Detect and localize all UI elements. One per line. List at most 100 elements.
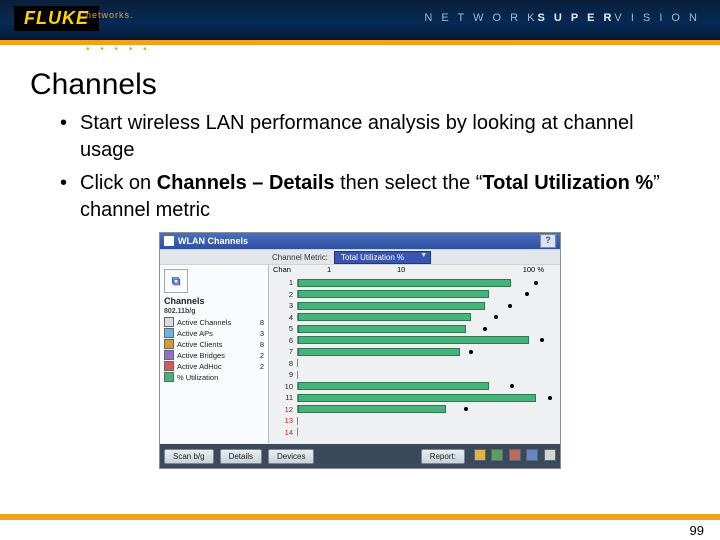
legend-label: Active APs xyxy=(177,329,213,338)
utilization-bar xyxy=(298,348,460,356)
brand-sublabel: networks. xyxy=(86,10,134,20)
legend-swatch xyxy=(164,350,174,360)
bar-track xyxy=(297,348,556,356)
chart-row: 8 xyxy=(269,358,556,370)
bar-track xyxy=(297,405,556,413)
utilization-bar xyxy=(298,394,536,402)
tray-icon[interactable] xyxy=(544,449,556,461)
window-titlebar: WLAN Channels ? xyxy=(160,233,560,249)
tray-icon[interactable] xyxy=(474,449,486,461)
chart-row: 4 xyxy=(269,312,556,324)
window-title: WLAN Channels xyxy=(178,236,248,246)
details-button[interactable]: Details xyxy=(220,449,262,464)
screenshot-panel: WLAN Channels ? Channel Metric: Total Ut… xyxy=(159,232,561,469)
peak-marker xyxy=(483,327,487,331)
bar-track xyxy=(297,382,556,390)
legend-swatch xyxy=(164,372,174,382)
sidebar-rows: Active Channels8Active APs3Active Client… xyxy=(164,317,264,382)
legend-value: 2 xyxy=(260,351,264,360)
scan-button[interactable]: Scan b/g xyxy=(164,449,214,464)
chart-row: 1 xyxy=(269,277,556,289)
channel-number: 7 xyxy=(269,347,297,356)
peak-marker xyxy=(469,350,473,354)
sidebar-row: Active APs3 xyxy=(164,328,264,338)
channel-number: 10 xyxy=(269,382,297,391)
utilization-bar xyxy=(298,382,489,390)
legend-label: Active Clients xyxy=(177,340,222,349)
axis-tick: 10 xyxy=(397,265,405,274)
bullet-item: Click on Channels – Details then select … xyxy=(60,170,660,224)
axis-tick: 1 xyxy=(327,265,331,274)
peak-marker xyxy=(494,315,498,319)
channel-number: 13 xyxy=(269,416,297,425)
sidebar-row: Active Clients 8 xyxy=(164,339,264,349)
bar-track xyxy=(297,359,556,367)
sidebar: ⧉ Channels 802.11b/g Active Channels8Act… xyxy=(160,265,269,443)
chart-axis: Chan 1 10 100 % xyxy=(297,265,556,277)
axis-label: Chan xyxy=(273,265,291,274)
sidebar-row: Active Bridges2 xyxy=(164,350,264,360)
tray-icon[interactable] xyxy=(526,449,538,461)
axis-tick: 100 % xyxy=(523,265,544,274)
bottom-toolbar: Scan b/g Details Devices Report: xyxy=(160,444,560,468)
chart-row: 7 xyxy=(269,346,556,358)
chart-bars: 1234567891011121314 xyxy=(269,277,556,443)
peak-marker xyxy=(510,384,514,388)
bar-track xyxy=(297,313,556,321)
channel-number: 11 xyxy=(269,393,297,402)
tray-icon[interactable] xyxy=(491,449,503,461)
legend-swatch xyxy=(164,317,174,327)
slide-footer: 99 xyxy=(0,514,720,540)
peak-marker xyxy=(548,396,552,400)
peak-marker xyxy=(464,407,468,411)
sidebar-row: Active AdHoc2 xyxy=(164,361,264,371)
legend-label: % Utilization xyxy=(177,373,218,382)
utilization-bar xyxy=(298,405,446,413)
accent-dots: • • • • • xyxy=(86,44,151,55)
legend-swatch xyxy=(164,361,174,371)
legend-value: 8 xyxy=(260,340,264,349)
channels-icon: ⧉ xyxy=(164,269,188,293)
tray-icon[interactable] xyxy=(509,449,521,461)
bar-track xyxy=(297,394,556,402)
chart-row: 11 xyxy=(269,392,556,404)
footer-accent-bar xyxy=(0,514,720,520)
chart-row: 3 xyxy=(269,300,556,312)
utilization-bar xyxy=(298,279,511,287)
help-button[interactable]: ? xyxy=(540,234,556,248)
channel-number: 14 xyxy=(269,428,297,437)
chart-row: 5 xyxy=(269,323,556,335)
legend-swatch xyxy=(164,328,174,338)
sidebar-row: % Utilization xyxy=(164,372,264,382)
metric-label: Channel Metric: xyxy=(272,253,328,262)
utilization-bar xyxy=(298,302,485,310)
bar-track xyxy=(297,279,556,287)
chart-row: 6 xyxy=(269,335,556,347)
metric-bar: Channel Metric: Total Utilization % xyxy=(160,249,560,265)
chart-row: 14 xyxy=(269,427,556,439)
channel-number: 8 xyxy=(269,359,297,368)
sidebar-row: Active Channels8 xyxy=(164,317,264,327)
channel-number: 1 xyxy=(269,278,297,287)
channel-number: 12 xyxy=(269,405,297,414)
chart-row: 13 xyxy=(269,415,556,427)
utilization-bar xyxy=(298,313,471,321)
header-right-label: N E T W O R KS U P E RV I S I O N xyxy=(424,12,700,24)
report-button[interactable]: Report: xyxy=(421,449,465,464)
metric-dropdown[interactable]: Total Utilization % xyxy=(334,251,431,264)
devices-button[interactable]: Devices xyxy=(268,449,314,464)
channel-number: 3 xyxy=(269,301,297,310)
legend-value: 8 xyxy=(260,318,264,327)
chart-row: 12 xyxy=(269,404,556,416)
channel-number: 2 xyxy=(269,290,297,299)
chart-area: Chan 1 10 100 % 1234567891011121314 xyxy=(269,265,560,443)
utilization-bar xyxy=(298,336,529,344)
bar-track xyxy=(297,302,556,310)
bar-track xyxy=(297,290,556,298)
legend-value: 2 xyxy=(260,362,264,371)
chart-row: 9 xyxy=(269,369,556,381)
channel-number: 4 xyxy=(269,313,297,322)
utilization-bar xyxy=(298,290,489,298)
peak-marker xyxy=(525,292,529,296)
peak-marker xyxy=(540,338,544,342)
